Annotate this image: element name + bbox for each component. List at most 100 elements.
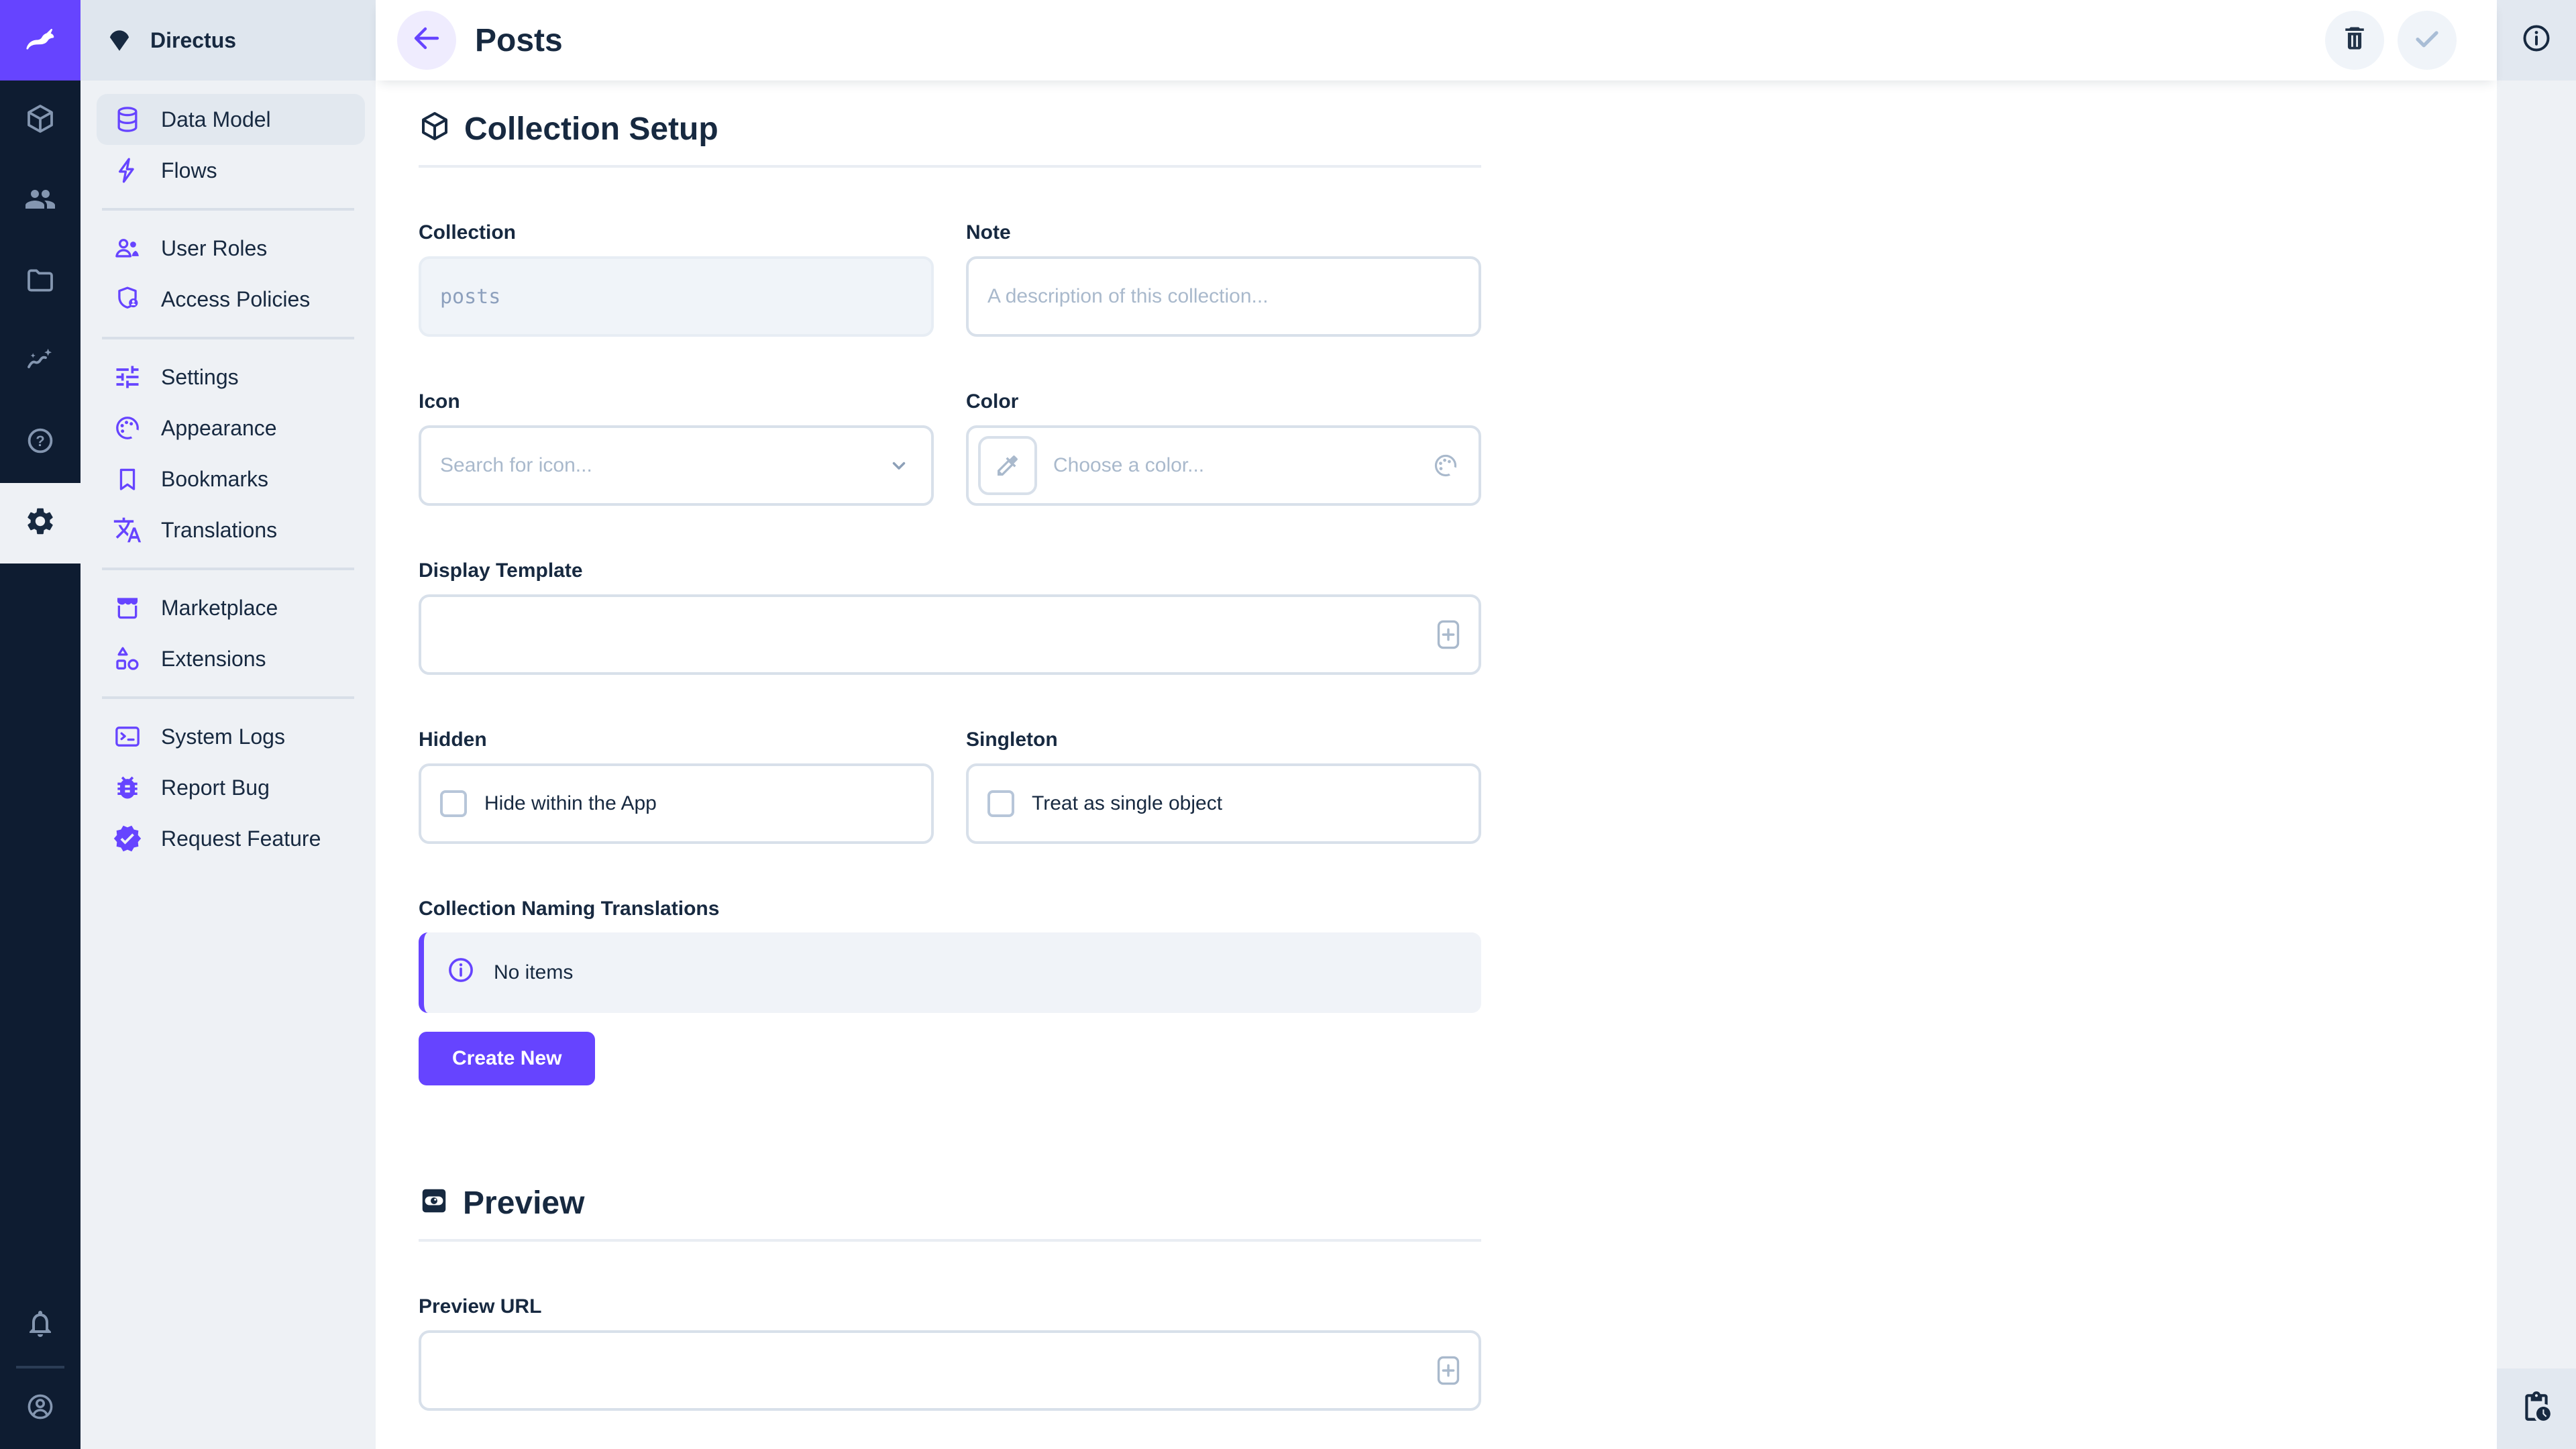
sidebar-divider: [102, 696, 354, 699]
preview-heading: Preview: [419, 1185, 2497, 1222]
sidebar-item-label: Appearance: [161, 416, 277, 441]
sidebar-item-flows[interactable]: Flows: [97, 145, 365, 196]
collection-field: Collection: [419, 221, 934, 337]
translations-field: Collection Naming Translations No items …: [419, 898, 1481, 1085]
preview-url-field: Preview URL: [419, 1295, 1481, 1411]
singleton-checkbox-field[interactable]: Treat as single object: [966, 763, 1481, 844]
database-icon: [113, 105, 142, 134]
bell-icon: [24, 1307, 56, 1344]
color-input[interactable]: [1053, 454, 1421, 477]
sidebar-item-system-logs[interactable]: System Logs: [97, 711, 365, 762]
add-field-icon[interactable]: [1437, 1355, 1460, 1386]
notifications-button[interactable]: [0, 1285, 80, 1366]
info-sidebar-button[interactable]: [2520, 21, 2553, 60]
preview-icon: [419, 1185, 449, 1222]
trash-icon: [2340, 23, 2369, 58]
project-header[interactable]: Directus: [80, 0, 376, 80]
create-new-button[interactable]: Create New: [419, 1032, 595, 1085]
palette-icon[interactable]: [1432, 451, 1460, 480]
sidebar-item-access-policies[interactable]: Access Policies: [97, 274, 365, 325]
info-icon: [2520, 21, 2553, 60]
chevron-down-icon[interactable]: [885, 452, 912, 479]
collection-input: [440, 285, 912, 309]
pending-revisions-button[interactable]: [2520, 1390, 2553, 1428]
checkbox-label: Hide within the App: [484, 792, 657, 815]
terminal-icon: [113, 722, 142, 751]
field-row: Hidden Hide within the App Singleton Tre…: [419, 729, 1481, 844]
sidebar-item-report-bug[interactable]: Report Bug: [97, 762, 365, 813]
checkbox-label: Treat as single object: [1032, 792, 1222, 815]
sidebar-item-extensions[interactable]: Extensions: [97, 633, 365, 684]
shield-person-icon: [113, 284, 142, 314]
people-icon: [24, 183, 56, 220]
right-sidebar-body: [2497, 80, 2576, 1368]
empty-notice: No items: [419, 932, 1481, 1013]
section-divider: [419, 1239, 1481, 1242]
files-module-button[interactable]: [0, 241, 80, 322]
field-label: Collection Naming Translations: [419, 898, 1481, 920]
sidebar-item-label: Report Bug: [161, 775, 270, 800]
rabbit-logo-icon: [21, 21, 59, 59]
users-module-button[interactable]: [0, 161, 80, 241]
display-template-field: Display Template: [419, 559, 1481, 675]
add-field-icon[interactable]: [1437, 619, 1460, 650]
display-template-input[interactable]: [440, 623, 1426, 646]
app-window: ? Directus Data Model Flows: [0, 0, 2576, 1449]
header-actions: [2325, 11, 2457, 70]
sidebar-nav-list: Data Model Flows User Roles Access Polic…: [80, 80, 376, 864]
hidden-field: Hidden Hide within the App: [419, 729, 934, 844]
collection-setup-section: Collection Setup Collection Note: [419, 110, 2497, 1085]
sidebar-item-translations[interactable]: Translations: [97, 504, 365, 555]
content-module-button[interactable]: [0, 80, 80, 161]
sidebar-item-data-model[interactable]: Data Model: [97, 94, 365, 145]
sidebar-item-appearance[interactable]: Appearance: [97, 402, 365, 453]
arrow-back-icon: [411, 22, 443, 59]
right-sidebar: [2497, 0, 2576, 1449]
page-title: Posts: [475, 22, 563, 59]
shapes-icon: [113, 644, 142, 674]
preview-url-input[interactable]: [440, 1359, 1426, 1382]
note-field: Note: [966, 221, 1481, 337]
project-name: Directus: [150, 28, 236, 53]
singleton-checkbox[interactable]: [987, 790, 1014, 817]
help-module-button[interactable]: ?: [0, 402, 80, 483]
field-label: Icon: [419, 390, 934, 413]
palette-icon: [113, 413, 142, 443]
sidebar-item-marketplace[interactable]: Marketplace: [97, 582, 365, 633]
icon-search-input[interactable]: [440, 454, 875, 477]
sidebar-item-label: System Logs: [161, 724, 285, 749]
directus-logo[interactable]: [0, 0, 80, 80]
empty-notice-text: No items: [494, 961, 573, 984]
sidebar-item-user-roles[interactable]: User Roles: [97, 223, 365, 274]
sidebar-item-request-feature[interactable]: Request Feature: [97, 813, 365, 864]
field-label: Note: [966, 221, 1481, 244]
hidden-checkbox-field[interactable]: Hide within the App: [419, 763, 934, 844]
user-avatar-button[interactable]: [0, 1368, 80, 1449]
hidden-checkbox[interactable]: [440, 790, 467, 817]
icon-field: Icon: [419, 390, 934, 506]
cube-icon: [24, 103, 56, 140]
eyedropper-button[interactable]: [978, 436, 1037, 495]
bookmark-icon: [113, 464, 142, 494]
right-sidebar-header: [2497, 0, 2576, 80]
collection-setup-heading: Collection Setup: [419, 110, 2497, 148]
page-header: Posts: [376, 0, 2497, 80]
module-bar-spacer: [0, 564, 80, 1285]
cube-icon: [419, 110, 451, 148]
insights-module-button[interactable]: [0, 322, 80, 402]
sidebar-item-label: Marketplace: [161, 596, 278, 621]
back-button[interactable]: [397, 11, 456, 70]
field-label: Hidden: [419, 729, 934, 751]
delete-button[interactable]: [2325, 11, 2384, 70]
sidebar-item-settings[interactable]: Settings: [97, 352, 365, 402]
save-button[interactable]: [2398, 11, 2457, 70]
sidebar-item-bookmarks[interactable]: Bookmarks: [97, 453, 365, 504]
sidebar-item-label: Extensions: [161, 647, 266, 672]
settings-module-button[interactable]: [0, 483, 80, 564]
note-input[interactable]: [987, 285, 1460, 308]
color-select-wrapper: [966, 425, 1481, 506]
singleton-field: Singleton Treat as single object: [966, 729, 1481, 844]
sidebar-divider: [102, 337, 354, 339]
sidebar-item-label: Access Policies: [161, 287, 310, 312]
right-sidebar-footer: [2497, 1368, 2576, 1449]
